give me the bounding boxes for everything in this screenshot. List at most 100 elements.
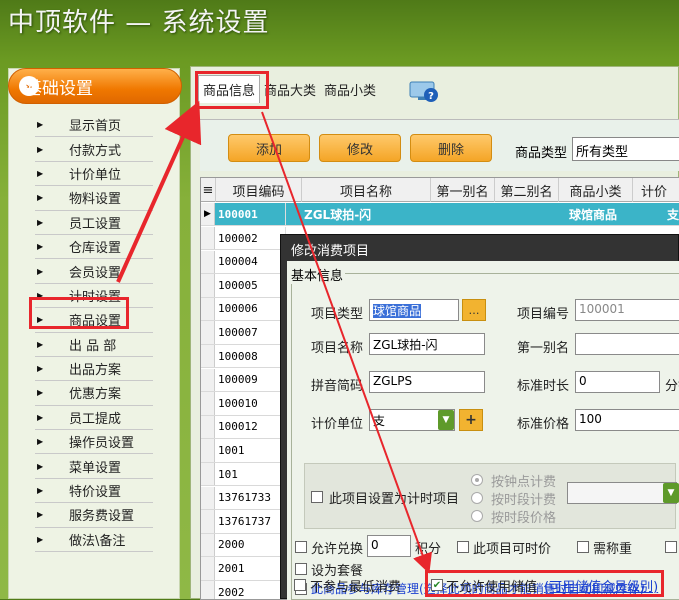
col-price-unit[interactable]: 计价 bbox=[633, 178, 679, 202]
unit-dropdown-icon[interactable]: ▼ bbox=[438, 410, 454, 430]
help-icon[interactable]: ? bbox=[409, 81, 439, 103]
need-weigh-checkbox[interactable] bbox=[577, 541, 589, 553]
allow-exchange-checkbox[interactable] bbox=[295, 541, 307, 553]
item-type-field[interactable]: 球馆商品 bbox=[369, 299, 459, 321]
sidebar-item-label: 出 品 部 bbox=[69, 338, 117, 354]
cell-code: 101 bbox=[216, 463, 286, 486]
edit-button[interactable]: 修改 bbox=[319, 134, 401, 162]
sidebar-item[interactable]: ▶ 出品方案 bbox=[35, 357, 153, 382]
cell-code: 100009 bbox=[216, 368, 286, 391]
sidebar-item[interactable]: ▶ 员工提成 bbox=[35, 406, 153, 431]
pinyin-field[interactable]: ZGLPS bbox=[369, 371, 485, 393]
item-name-field[interactable]: ZGL球拍-闪 bbox=[369, 333, 485, 355]
add-unit-button[interactable]: + bbox=[459, 409, 483, 431]
timed-price-checkbox[interactable] bbox=[457, 541, 469, 553]
category-select[interactable]: 所有类型 bbox=[572, 137, 679, 161]
sidebar-item-label: 计价单位 bbox=[69, 167, 122, 183]
sidebar-list: ▶ 显示首页 ▶ 付款方式 ▶ 计价单位 ▶ 物料设置 ▶ 员工设置 ▶ 仓库设置 ▶ 会员设置 ▶ 计时设置… bbox=[35, 113, 153, 553]
sidebar-header-label: 基础设置 bbox=[25, 78, 93, 99]
col-alias2[interactable]: 第二别名 bbox=[495, 178, 559, 202]
sidebar-item[interactable]: ▶ 计价单位 bbox=[35, 162, 153, 187]
extra-checkbox[interactable] bbox=[665, 541, 677, 553]
sidebar-item-label: 出品方案 bbox=[69, 363, 122, 379]
sidebar-item[interactable]: ▶ 会员设置 bbox=[35, 259, 153, 284]
exchange-points-field[interactable]: 0 bbox=[367, 535, 411, 557]
no-min-consume-checkbox[interactable] bbox=[294, 579, 306, 591]
sidebar-item[interactable]: ▶ 优惠方案 bbox=[35, 381, 153, 406]
sidebar-item[interactable]: ▶ 仓库设置 bbox=[35, 235, 153, 260]
std-duration-field[interactable]: 0 bbox=[575, 371, 660, 393]
sidebar-item[interactable]: ▶ 菜单设置 bbox=[35, 454, 153, 479]
cell-code: 100002 bbox=[216, 227, 286, 250]
sidebar-item[interactable]: ▶ 服务费设置 bbox=[35, 503, 153, 528]
sidebar-item-label: 做法\备注 bbox=[69, 533, 126, 549]
sidebar-item-label: 会员设置 bbox=[69, 265, 122, 281]
row-indicator bbox=[201, 533, 215, 557]
dialog-body: 基本信息 项目类型 球馆商品 … 项目编号 100001 项目名称 ZGL球拍-… bbox=[287, 261, 679, 600]
col-name[interactable]: 项目名称 bbox=[302, 178, 431, 202]
col-code[interactable]: 项目编码 bbox=[216, 178, 302, 202]
delete-button[interactable]: 删除 bbox=[410, 134, 492, 162]
sidebar-item-label: 操作员设置 bbox=[69, 436, 135, 452]
std-price-label: 标准价格 bbox=[517, 417, 570, 432]
std-price-field[interactable]: 100 bbox=[575, 409, 679, 431]
cell-code: 100005 bbox=[216, 274, 286, 297]
sidebar-item-label: 菜单设置 bbox=[69, 460, 122, 476]
dialog-title: 修改消费项目 bbox=[291, 244, 370, 259]
points-unit: 积分 bbox=[415, 542, 442, 557]
cell-code: 100012 bbox=[216, 415, 286, 439]
cell-code: 1001 bbox=[216, 439, 286, 462]
sidebar-item[interactable]: ▶ 做法\备注 bbox=[35, 528, 153, 553]
table-row-selected[interactable]: ▶ 100001 ZGL球拍-闪 球馆商品 支 bbox=[201, 203, 679, 227]
timer-item-label: 此项目设置为计时项目 bbox=[329, 492, 460, 507]
row-indicator bbox=[201, 510, 215, 533]
tab-product-category[interactable]: 商品大类 bbox=[260, 75, 320, 103]
tab-product-subcategory[interactable]: 商品小类 bbox=[320, 75, 380, 103]
sidebar-item[interactable]: ▶ 显示首页 bbox=[35, 113, 153, 138]
item-no-label: 项目编号 bbox=[517, 307, 570, 322]
add-button[interactable]: 添加 bbox=[228, 134, 310, 162]
cell-subcat: 球馆商品 bbox=[569, 207, 618, 222]
app-title: 中顶软件 — 系统设置 bbox=[8, 8, 270, 38]
highlight-box-tab bbox=[195, 71, 269, 109]
item-type-browse-button[interactable]: … bbox=[462, 299, 486, 321]
timer-item-checkbox[interactable] bbox=[311, 491, 323, 503]
radio-period-fee[interactable] bbox=[471, 492, 483, 504]
arrow-right-icon: ▶ bbox=[37, 412, 44, 422]
sidebar-item-label: 显示首页 bbox=[69, 119, 122, 135]
svg-text:?: ? bbox=[428, 91, 434, 102]
radio-period-price[interactable] bbox=[471, 510, 483, 522]
arrow-right-icon: ▶ bbox=[37, 217, 44, 227]
sidebar-item[interactable]: ▶ 员工设置 bbox=[35, 211, 153, 235]
sidebar-item-label: 员工提成 bbox=[69, 411, 122, 427]
edit-item-dialog: 修改消费项目 基本信息 项目类型 球馆商品 … 项目编号 100001 项目名称… bbox=[280, 234, 679, 600]
sidebar-item[interactable]: ▶ 付款方式 bbox=[35, 137, 153, 162]
arrow-right-icon: ▶ bbox=[37, 242, 44, 252]
sidebar-item[interactable]: ▶ 特价设置 bbox=[35, 479, 153, 504]
timed-price-label: 此项目可时价 bbox=[473, 542, 552, 557]
cell-price-unit: 支 bbox=[667, 207, 679, 222]
alias1-field[interactable] bbox=[575, 333, 679, 355]
item-no-field[interactable]: 100001 bbox=[575, 299, 679, 321]
radio-hour-label: 按钟点计费 bbox=[491, 475, 557, 490]
row-indicator bbox=[201, 250, 215, 273]
arrow-right-icon: ▶ bbox=[37, 120, 44, 130]
sidebar-item-label: 仓库设置 bbox=[69, 241, 122, 257]
set-package-checkbox[interactable] bbox=[295, 563, 307, 575]
table-header: ≡ 项目编码 项目名称 第一别名 第二别名 商品小类 计价 bbox=[201, 178, 679, 202]
sidebar-item[interactable]: ▶ 操作员设置 bbox=[35, 430, 153, 455]
alias1-label: 第一别名 bbox=[517, 341, 570, 356]
period-dropdown-icon[interactable]: ▼ bbox=[663, 483, 679, 503]
row-indicator bbox=[201, 274, 215, 297]
arrow-right-icon: ▶ bbox=[37, 193, 44, 203]
cell-code: 100007 bbox=[216, 321, 286, 344]
period-select[interactable] bbox=[567, 482, 677, 504]
sidebar-item[interactable]: ▶ 物料设置 bbox=[35, 186, 153, 211]
col-alias1[interactable]: 第一别名 bbox=[431, 178, 495, 202]
timer-settings-box: 此项目设置为计时项目 按钟点计费 按时段计费 按时段价格 ▼ bbox=[304, 463, 679, 529]
radio-period-fee-label: 按时段计费 bbox=[491, 493, 557, 508]
col-subcategory[interactable]: 商品小类 bbox=[559, 178, 633, 202]
sidebar-item[interactable]: ▶ 出 品 部 bbox=[35, 333, 153, 357]
sidebar-header[interactable]: » 基础设置 bbox=[8, 68, 182, 104]
radio-hour[interactable] bbox=[471, 474, 483, 486]
